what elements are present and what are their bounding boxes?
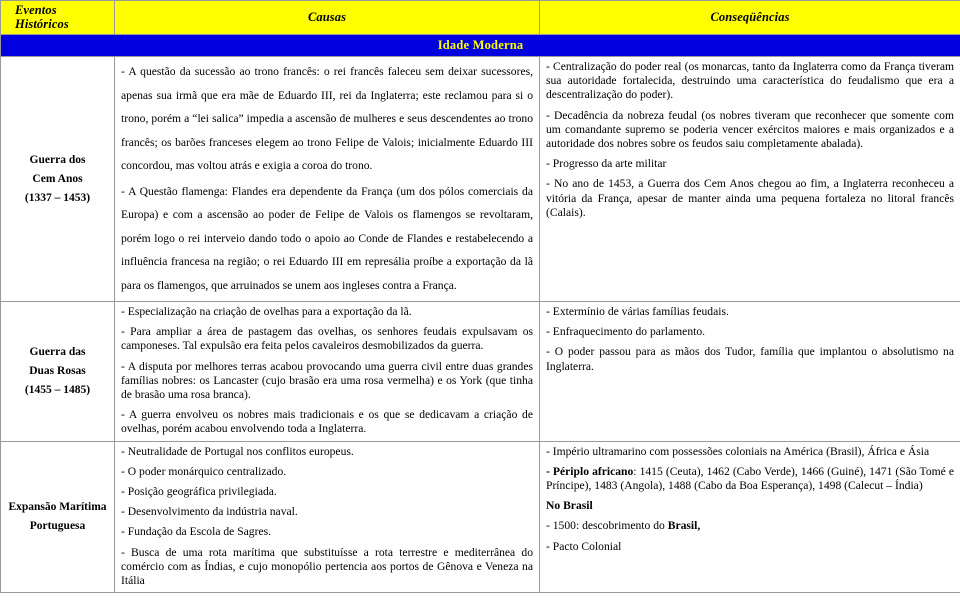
event-cell-guerra-cem-anos: Guerra dos Cem Anos (1337 – 1453): [0, 56, 115, 302]
column-header-eventos-label: Eventos Históricos: [15, 3, 69, 31]
column-header-causas-label: Causas: [307, 10, 347, 24]
consequencia-paragraph: - Pacto Colonial: [546, 540, 954, 554]
event-title-line-2: Cem Anos: [32, 172, 83, 185]
consequencia-paragraph: - 1500: descobrimento do Brasil,: [546, 519, 954, 533]
table-row: Guerra das Duas Rosas (1455 – 1485) - Es…: [0, 301, 960, 442]
consequencia-paragraph: - Decadência da nobreza feudal (os nobre…: [546, 108, 954, 151]
consequencias-cell-guerra-cem-anos: - Centralização do poder real (os monarc…: [539, 56, 960, 302]
causa-paragraph: - Desenvolvimento da indústria naval.: [121, 505, 298, 519]
consequencia-paragraph: - Centralização do poder real (os monarc…: [546, 60, 954, 102]
causa-paragraph: - A guerra envolveu os nobres mais tradi…: [121, 408, 533, 436]
event-cell-guerra-duas-rosas: Guerra das Duas Rosas (1455 – 1485): [0, 301, 115, 442]
causa-paragraph: - A disputa por melhores terras acabou p…: [121, 359, 533, 402]
causa-paragraph: - Busca de uma rota marítima que substit…: [121, 545, 533, 588]
event-title-line-1: Guerra dos: [29, 153, 86, 166]
consequencia-subheading: No Brasil: [546, 499, 954, 513]
period-banner-row: Idade Moderna: [0, 34, 960, 57]
historical-events-table: Eventos Históricos Causas Conseqüências …: [0, 0, 960, 594]
period-banner-label: Idade Moderna: [437, 37, 524, 52]
period-banner: Idade Moderna: [0, 34, 960, 57]
consequencia-bold-prefix: - Périplo africano: [546, 464, 634, 478]
consequencia-paragraph: - Progresso da arte militar: [546, 157, 667, 171]
event-title-line-1: Expansão Marítima: [8, 500, 107, 513]
causas-cell-guerra-duas-rosas: - Especialização na criação de ovelhas p…: [114, 301, 540, 442]
consequencia-text: - Império ultramarino com possessões col…: [546, 444, 930, 458]
causa-paragraph: - Especialização na criação de ovelhas p…: [121, 305, 412, 318]
causa-paragraph: - Posição geográfica privilegiada.: [121, 485, 277, 499]
consequencia-paragraph: - O poder passou para as mãos dos Tudor,…: [546, 345, 954, 373]
event-title-line-1: Guerra das: [29, 345, 86, 358]
table-row: Guerra dos Cem Anos (1337 – 1453) - A qu…: [0, 56, 960, 302]
table-header-row: Eventos Históricos Causas Conseqüências: [0, 0, 960, 35]
consequencias-cell-guerra-duas-rosas: - Extermínio de várias famílias feudais.…: [539, 301, 960, 442]
consequencia-bold-suffix: Brasil,: [667, 519, 701, 533]
causa-paragraph: - A questão da sucessão ao trono francês…: [121, 65, 533, 172]
consequencia-text: - 1500: descobrimento do: [546, 519, 668, 533]
event-period: (1455 – 1485): [24, 383, 91, 396]
consequencia-paragraph: - Périplo africano: 1415 (Ceuta), 1462 (…: [546, 465, 954, 493]
event-period: (1337 – 1453): [24, 191, 91, 204]
causa-paragraph: - Fundação da Escola de Sagres.: [121, 525, 272, 539]
causa-paragraph: - Para ampliar a área de pastagem das ov…: [121, 325, 533, 353]
consequencia-paragraph: - Extermínio de várias famílias feudais.: [546, 305, 729, 318]
causa-paragraph: - A Questão flamenga: Flandes era depend…: [121, 184, 533, 292]
column-header-consequencias: Conseqüências: [539, 0, 960, 35]
causa-paragraph: - Neutralidade de Portugal nos conflitos…: [121, 444, 354, 458]
table-row: Expansão Marítima Portuguesa - Neutralid…: [0, 440, 960, 594]
consequencias-cell-expansao-maritima: - Império ultramarino com possessões col…: [539, 440, 960, 594]
column-header-consequencias-label: Conseqüências: [710, 10, 790, 24]
causas-cell-expansao-maritima: - Neutralidade de Portugal nos conflitos…: [114, 440, 540, 594]
column-header-eventos: Eventos Históricos: [0, 0, 115, 35]
column-header-causas: Causas: [114, 0, 540, 35]
causa-paragraph: - O poder monárquico centralizado.: [121, 464, 287, 478]
consequencia-paragraph: - No ano de 1453, a Guerra dos Cem Anos …: [546, 177, 954, 219]
event-cell-expansao-maritima: Expansão Marítima Portuguesa: [0, 440, 115, 594]
event-title-line-2: Duas Rosas: [29, 364, 86, 377]
consequencia-subheading-label: No Brasil: [546, 499, 593, 513]
consequencia-text: - Pacto Colonial: [546, 539, 622, 553]
event-title-line-2: Portuguesa: [29, 519, 86, 532]
consequencia-paragraph: - Império ultramarino com possessões col…: [546, 445, 954, 459]
consequencia-paragraph: - Enfraquecimento do parlamento.: [546, 325, 706, 339]
causas-cell-guerra-cem-anos: - A questão da sucessão ao trono francês…: [114, 56, 540, 302]
